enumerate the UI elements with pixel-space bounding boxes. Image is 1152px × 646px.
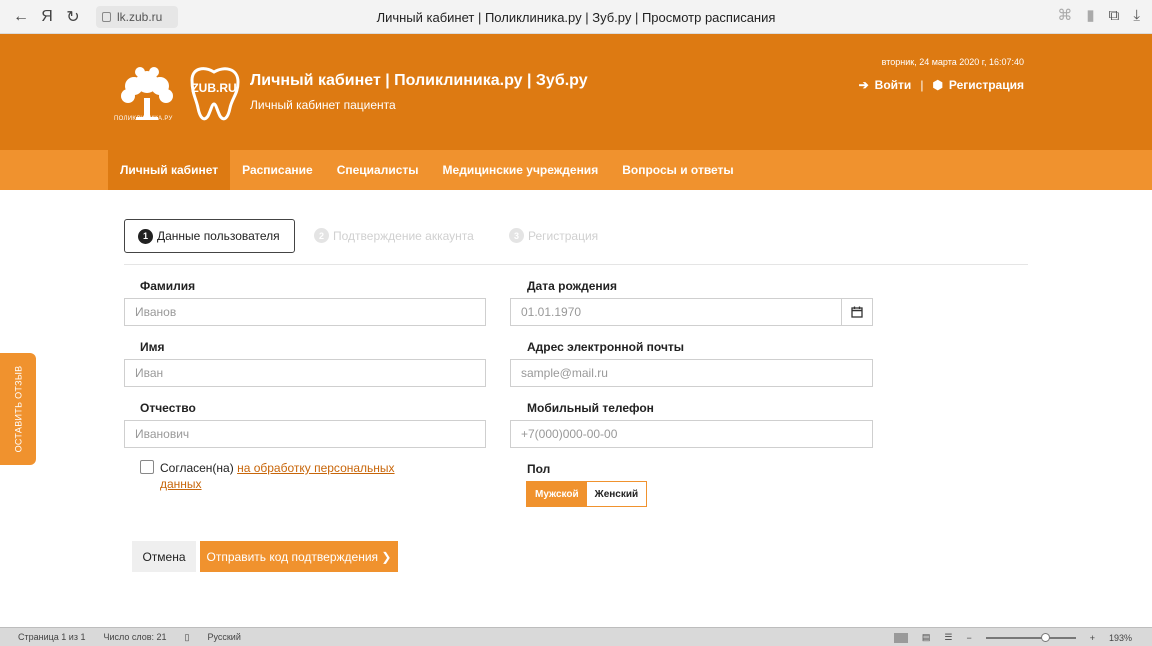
download-icon[interactable]: ⤓	[1133, 7, 1140, 24]
outline-icon[interactable]: ☰	[944, 632, 952, 643]
step-label: Данные пользователя	[157, 229, 280, 243]
nav-medical-institutions[interactable]: Медицинские учреждения	[431, 150, 611, 190]
gender-male-button[interactable]: Мужской	[527, 482, 587, 506]
address-bar[interactable]: lk.zub.ru	[96, 5, 178, 28]
step-registration: 3 Регистрация	[509, 228, 598, 243]
zoom-in-icon[interactable]: +	[1090, 633, 1095, 643]
nav-personal-cabinet[interactable]: Личный кабинет	[108, 150, 231, 190]
birthdate-label: Дата рождения	[527, 279, 618, 293]
cancel-button[interactable]: Отмена	[132, 541, 196, 572]
zub-logo-icon[interactable]: ZUB.RU	[186, 64, 242, 124]
gender-female-button[interactable]: Женский	[586, 482, 647, 506]
status-page: Страница 1 из 1	[18, 632, 86, 642]
phone-label: Мобильный телефон	[527, 401, 654, 415]
status-language[interactable]: Русский	[207, 632, 240, 642]
zoom-level: 193%	[1108, 632, 1132, 643]
step-account-confirmation: 2 Подтверждение аккаунта	[314, 228, 474, 243]
step-user-data[interactable]: 1 Данные пользователя	[124, 219, 295, 253]
tree-logo-caption: ПОЛИКЛИНИКА.РУ	[114, 116, 173, 122]
step-number: 1	[138, 228, 153, 244]
gender-label: Пол	[527, 462, 551, 476]
surname-label: Фамилия	[140, 279, 196, 293]
send-code-button[interactable]: Отправить код подтверждения ❯	[200, 541, 398, 572]
calendar-button[interactable]	[841, 298, 873, 326]
site-subtitle: Личный кабинет пациента	[250, 98, 396, 112]
register-link[interactable]: Регистрация	[949, 78, 1024, 92]
step-number: 2	[314, 228, 329, 243]
auth-separator: |	[920, 78, 924, 92]
patronymic-input[interactable]	[124, 420, 486, 448]
print-layout-icon[interactable]	[893, 632, 908, 643]
feedback-tab[interactable]: ОСТАВИТЬ ОТЗЫВ	[0, 353, 36, 465]
translate-icon[interactable]: ⌘	[1057, 6, 1072, 24]
steps-divider	[124, 264, 1028, 265]
tree-logo-icon[interactable]	[114, 62, 180, 124]
status-words: Число слов: 21	[103, 632, 167, 642]
consent-checkbox[interactable]	[140, 460, 154, 474]
surname-input[interactable]	[124, 298, 486, 326]
yandex-icon[interactable]: Я	[34, 8, 60, 26]
auth-links: ➔ Войти | ⬢ Регистрация	[859, 78, 1024, 92]
birthdate-input[interactable]	[510, 298, 842, 326]
back-icon[interactable]: ←	[8, 8, 34, 26]
current-datetime: вторник, 24 марта 2020 г, 16:07:40	[881, 57, 1024, 67]
name-label: Имя	[140, 340, 165, 354]
email-input[interactable]	[510, 359, 873, 387]
zub-logo-text: ZUB.RU	[191, 81, 236, 95]
zoom-out-icon[interactable]: −	[966, 633, 971, 643]
address-url: lk.zub.ru	[117, 9, 163, 24]
proofing-icon[interactable]: ▯	[185, 632, 190, 643]
step-number: 3	[509, 228, 524, 243]
zoom-slider-thumb[interactable]	[1040, 632, 1050, 642]
phone-input[interactable]	[510, 420, 873, 448]
web-layout-icon[interactable]: ▤	[922, 632, 931, 643]
login-icon: ➔	[858, 78, 869, 92]
consent-text: Согласен(на)	[160, 461, 238, 475]
gender-toggle: Мужской Женский	[526, 481, 648, 507]
name-input[interactable]	[124, 359, 486, 387]
login-link[interactable]: Войти	[875, 78, 912, 92]
site-title[interactable]: Личный кабинет | Поликлиника.ру | Зуб.ру	[250, 72, 588, 90]
main-nav: Личный кабинет Расписание Специалисты Ме…	[0, 150, 1152, 190]
bookmark-icon[interactable]: ▮	[1086, 6, 1094, 24]
site-header: ПОЛИКЛИНИКА.РУ ZUB.RU Личный кабинет | П…	[0, 34, 1152, 150]
step-label: Подтверждение аккаунта	[333, 228, 474, 243]
zoom-slider[interactable]	[985, 632, 1076, 642]
nav-specialists[interactable]: Специалисты	[325, 150, 431, 190]
lock-icon	[102, 11, 111, 22]
calendar-icon	[851, 306, 863, 318]
nav-schedule[interactable]: Расписание	[230, 150, 325, 190]
browser-toolbar: ← Я ↻ lk.zub.ru Личный кабинет | Поликли…	[0, 0, 1152, 34]
feedback-tab-label: ОСТАВИТЬ ОТЗЫВ	[13, 365, 24, 453]
reload-icon[interactable]: ↻	[60, 7, 86, 27]
nav-faq[interactable]: Вопросы и ответы	[610, 150, 745, 190]
register-icon: ⬢	[932, 78, 943, 92]
patronymic-label: Отчество	[140, 401, 196, 415]
email-label: Адрес электронной почты	[527, 340, 685, 354]
reader-icon[interactable]: ⧉	[1109, 7, 1120, 24]
step-label: Регистрация	[528, 228, 599, 243]
consent-checkbox-row: Согласен(на) на обработку персональных д…	[140, 460, 420, 492]
word-status-bar: Страница 1 из 1 Число слов: 21 ▯ Русский…	[0, 627, 1152, 646]
